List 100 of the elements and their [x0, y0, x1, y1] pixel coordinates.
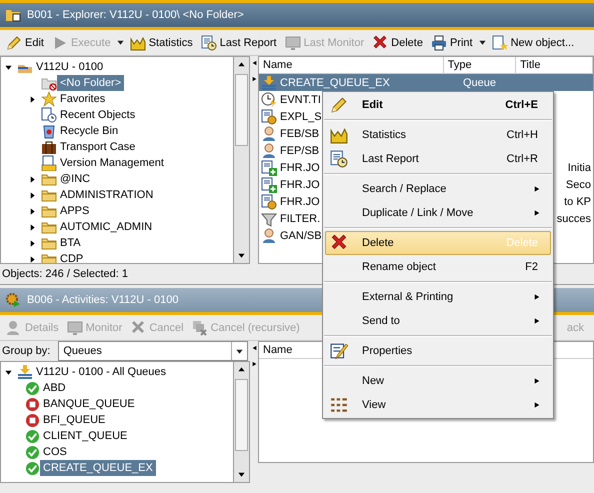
name-cell[interactable]: FEB/SB: [280, 128, 320, 140]
toolbar-button[interactable]: Statistics: [128, 32, 195, 54]
details-icon: [6, 320, 22, 336]
window-title: B006 - Activities: V112U - 0100: [27, 294, 178, 306]
document-plus-icon: [261, 176, 277, 192]
name-cell[interactable]: FEP/SB: [280, 144, 320, 156]
name-cell[interactable]: GAN/SB: [280, 230, 322, 242]
document-gear-icon: [261, 108, 277, 124]
name-cell[interactable]: EXPL_S: [280, 110, 322, 122]
check-circle-icon: [25, 444, 40, 460]
tree-item[interactable]: BFI_QUEUE: [40, 412, 108, 428]
tree-item[interactable]: BTA: [57, 235, 84, 251]
explorer-window-icon: [5, 7, 21, 23]
pencil-icon: [330, 96, 348, 114]
menu-item[interactable]: Delete Delete: [325, 231, 551, 255]
expand-right-arrow-icon: [252, 75, 256, 83]
pencil-icon: [6, 34, 22, 50]
scroll-bar[interactable]: [234, 56, 250, 264]
column-header[interactable]: Name: [259, 57, 444, 73]
menu-item[interactable]: Statistics Ctrl+H: [325, 123, 551, 147]
view-list-icon: [330, 396, 348, 414]
menu-item[interactable]: Send to: [325, 309, 551, 333]
field-label: Group by:: [2, 345, 50, 357]
document-gear-icon: [261, 194, 277, 210]
tree-item[interactable]: CLIENT_QUEUE: [40, 428, 130, 444]
name-cell[interactable]: CREATE_QUEUE_EX: [280, 76, 390, 88]
menu-item[interactable]: Duplicate / Link / Move: [325, 201, 551, 225]
tree-item[interactable]: Favorites: [57, 91, 108, 107]
title-cell-text: succes: [556, 212, 592, 224]
scroll-bar[interactable]: [234, 361, 250, 483]
name-cell[interactable]: FHR.JO: [280, 162, 320, 174]
scroll-down-arrow-icon: [238, 252, 245, 259]
menu-item[interactable]: Edit Ctrl+E: [325, 93, 551, 117]
properties-icon: [330, 342, 348, 360]
tree-item[interactable]: Transport Case: [57, 139, 138, 155]
menu-item[interactable]: Search / Replace: [325, 177, 551, 201]
shortcut-text: F2: [525, 261, 538, 273]
delete-icon: [330, 234, 348, 252]
window-title: B001 - Explorer: V112U - 0100\ <No Folder>: [27, 9, 244, 21]
column-header[interactable]: Title: [516, 57, 593, 73]
tree-item[interactable]: COS: [40, 444, 70, 460]
menu-item[interactable]: View: [325, 393, 551, 417]
tree-item[interactable]: <No Folder>: [57, 75, 124, 91]
cancel-recursive-icon: [192, 320, 208, 336]
tree-item[interactable]: APPS: [57, 203, 92, 219]
menu-item[interactable]: New: [325, 369, 551, 393]
check-circle-icon: [25, 380, 40, 396]
scroll-down-arrow-icon: [238, 471, 245, 478]
report-clock-icon: [200, 34, 217, 50]
clock-bolt-icon: [261, 92, 277, 108]
new-object-icon: [492, 34, 508, 50]
shortcut-text: Ctrl+E: [505, 99, 538, 111]
tree-item[interactable]: @INC: [57, 171, 94, 187]
menu-item[interactable]: Properties: [325, 339, 551, 363]
menu-item[interactable]: Last Report Ctrl+R: [325, 147, 551, 171]
tree-item[interactable]: CDP: [57, 251, 86, 263]
document-plus-icon: [261, 160, 277, 176]
tree-item[interactable]: AUTOMIC_ADMIN: [57, 219, 156, 235]
tree-item[interactable]: V112U - 0100 - All Queues: [33, 364, 170, 380]
group-by-dropdown[interactable]: Queues: [58, 341, 248, 361]
star-icon: [41, 91, 57, 107]
printer-icon: [430, 34, 447, 50]
name-cell[interactable]: FHR.JO: [280, 178, 320, 190]
tree-item[interactable]: Recent Objects: [57, 107, 138, 123]
toolbar-button[interactable]: New object...: [490, 32, 576, 54]
tree-item[interactable]: V112U - 0100: [33, 59, 106, 75]
column-header[interactable]: Type: [444, 57, 516, 73]
chart-icon: [330, 126, 348, 144]
tree-item[interactable]: BANQUE_QUEUE: [40, 396, 138, 412]
tree-item[interactable]: ADMINISTRATION: [57, 187, 156, 203]
name-cell[interactable]: EVNT.TI: [280, 94, 321, 106]
check-circle-icon: [25, 428, 40, 444]
person-icon: [261, 228, 277, 244]
monitor-icon: [284, 34, 301, 50]
shortcut-text: Ctrl+R: [506, 153, 538, 165]
chart-icon: [130, 34, 146, 50]
tree-item[interactable]: ABD: [40, 380, 69, 396]
title-cell-text: Initia: [566, 162, 592, 174]
document-tag-icon: [41, 155, 57, 171]
name-cell[interactable]: FHR.JO: [280, 196, 320, 208]
stop-circle-icon: [25, 396, 40, 412]
check-circle-icon: [25, 460, 40, 476]
toolbar-button[interactable]: Print: [428, 32, 475, 54]
menu-item[interactable]: External & Printing: [325, 285, 551, 309]
scroll-up-arrow-icon: [238, 366, 245, 373]
person-icon: [261, 142, 277, 158]
type-cell: Queue: [463, 76, 496, 88]
person-icon: [261, 126, 277, 142]
scroll-up-arrow-icon: [238, 61, 245, 68]
collapse-left-arrow-icon: [252, 59, 256, 67]
tree-item[interactable]: CREATE_QUEUE_EX: [40, 460, 156, 476]
name-cell[interactable]: FILTER.: [280, 212, 320, 224]
toolbar-button[interactable]: Last Report: [198, 32, 279, 54]
monitor-icon: [66, 320, 83, 336]
delete-icon: [372, 34, 388, 50]
shortcut-text: Delete: [506, 237, 538, 249]
toolbar-button[interactable]: Edit: [4, 32, 46, 54]
tree-item[interactable]: Recycle Bin: [57, 123, 122, 139]
toolbar-button[interactable]: Delete: [370, 32, 425, 54]
tree-item[interactable]: Version Management: [57, 155, 167, 171]
